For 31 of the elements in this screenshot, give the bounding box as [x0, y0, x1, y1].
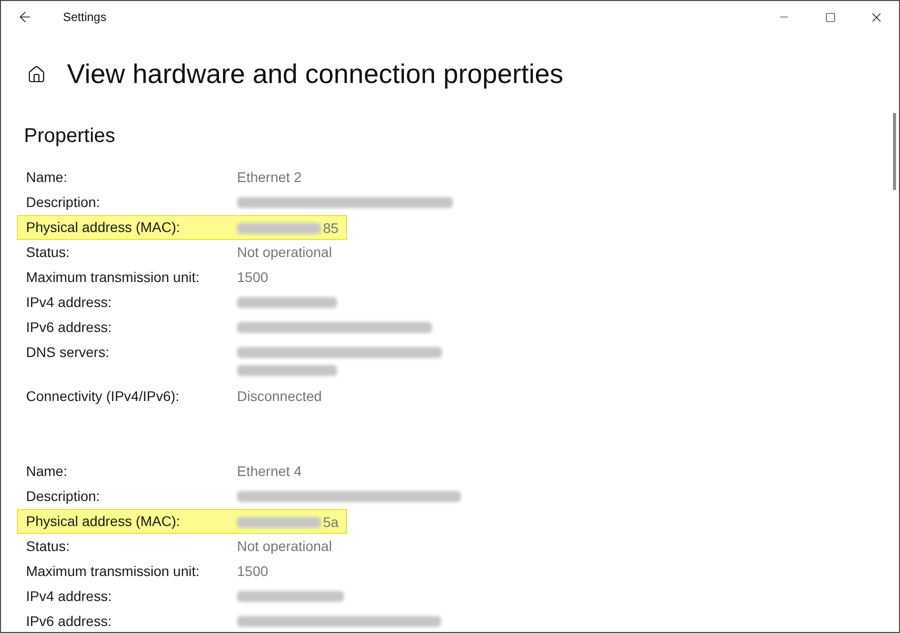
property-label: Description:: [26, 487, 101, 506]
property-label: IPv6 address:: [26, 318, 113, 337]
property-label: IPv4 address:: [26, 293, 113, 312]
property-label: Description:: [26, 193, 101, 212]
property-value: Not operational: [237, 537, 332, 556]
property-label: IPv6 address:: [26, 612, 113, 631]
property-value: 1500: [237, 562, 268, 581]
property-value: Not operational: [237, 243, 332, 262]
page-title: View hardware and connection properties: [67, 58, 564, 91]
property-value: Disconnected: [237, 387, 322, 406]
maximize-icon: [824, 12, 836, 22]
property-value: 5a: [323, 513, 339, 532]
window-title: Settings: [63, 9, 106, 26]
section-heading: Properties: [24, 124, 116, 149]
property-value: Ethernet 2: [237, 168, 302, 187]
property-label: Name:: [26, 168, 68, 187]
property-value: 1500: [237, 268, 268, 287]
home-icon: [26, 64, 46, 84]
property-value: Ethernet 4: [237, 462, 302, 481]
property-label: Status:: [26, 243, 71, 262]
property-label: DNS servers:: [26, 343, 110, 362]
property-label: Connectivity (IPv4/IPv6):: [26, 387, 180, 406]
property-label: Physical address (MAC):: [26, 218, 182, 237]
scrollbar-thumb[interactable]: [893, 113, 896, 190]
property-label: Physical address (MAC):: [26, 512, 182, 531]
property-label: IPv4 address:: [26, 587, 113, 606]
property-label: Maximum transmission unit:: [26, 268, 200, 287]
property-label: Status:: [26, 537, 71, 556]
property-label: Name:: [26, 462, 68, 481]
property-label: Maximum transmission unit:: [26, 562, 200, 581]
property-value: 85: [323, 219, 339, 238]
